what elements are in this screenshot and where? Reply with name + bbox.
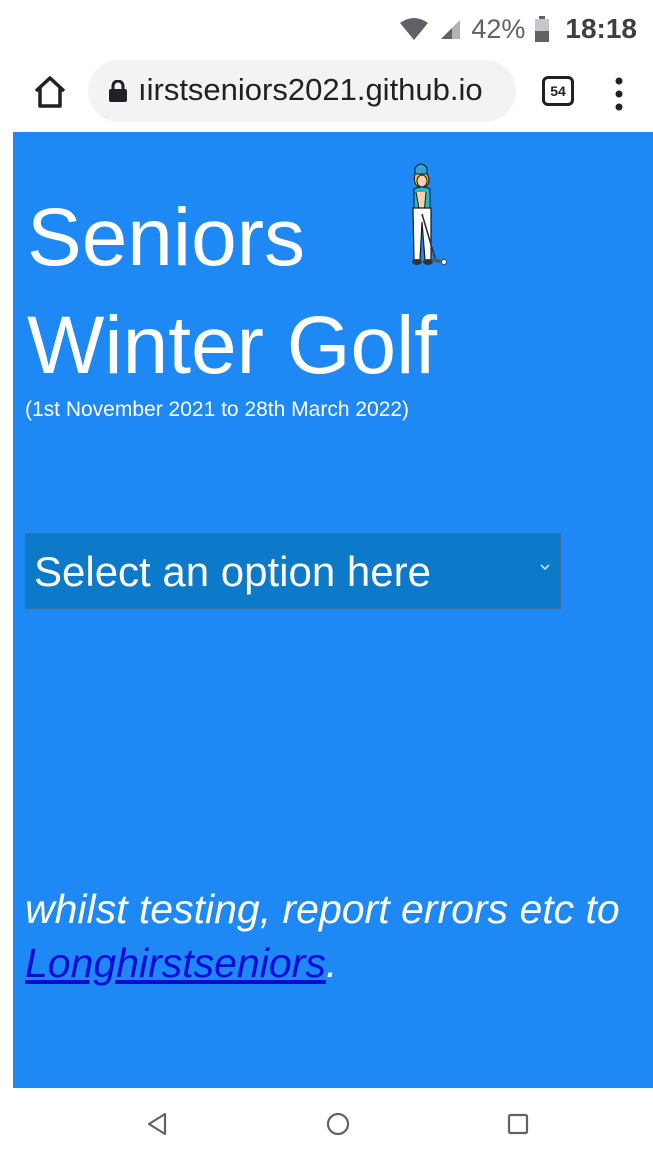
chevron-down-icon <box>540 564 550 571</box>
title-line-2: Winter Golf <box>27 300 438 391</box>
battery-icon <box>535 16 550 42</box>
tab-switcher-button[interactable]: 54 <box>542 76 574 106</box>
golfer-illustration <box>412 163 447 265</box>
lock-icon <box>109 80 127 102</box>
page-title: Seniors Winter Golf <box>27 184 437 400</box>
note-text: whilst testing, report errors etc to <box>25 886 620 932</box>
home-icon <box>34 76 66 108</box>
back-icon[interactable] <box>146 1112 168 1136</box>
address-bar[interactable]: ıirstseniors2021.github.io <box>88 60 516 122</box>
battery-percent: 42% <box>471 13 526 44</box>
status-bar: 42% 18:18 <box>0 0 653 56</box>
tab-count: 54 <box>550 83 566 99</box>
more-vert-icon <box>615 77 623 111</box>
url-text: ıirstseniors2021.github.io <box>138 72 483 107</box>
wifi-icon <box>400 18 429 40</box>
overflow-menu-button[interactable] <box>612 74 626 114</box>
option-select[interactable]: Select an option here <box>25 533 561 609</box>
season-dates: (1st November 2021 to 28th March 2022) <box>25 398 410 421</box>
title-line-1: Seniors <box>27 192 306 283</box>
select-value: Select an option here <box>34 548 431 595</box>
recent-apps-icon[interactable] <box>507 1113 529 1135</box>
status-indicators: 42% 18:18 <box>399 12 637 46</box>
testing-note: whilst testing, report errors etc to Lon… <box>25 882 645 990</box>
contact-link[interactable]: Longhirstseniors <box>25 940 326 986</box>
system-nav-bar <box>0 1088 653 1154</box>
home-button[interactable] <box>30 72 70 112</box>
cell-signal-icon <box>441 20 461 39</box>
page-content: Seniors Winter Golf (1st November 2021 t… <box>13 132 653 1088</box>
note-end: . <box>325 940 338 986</box>
nav-home-icon[interactable] <box>326 1112 350 1136</box>
clock: 18:18 <box>565 13 637 44</box>
browser-toolbar: ıirstseniors2021.github.io 54 <box>0 56 653 132</box>
